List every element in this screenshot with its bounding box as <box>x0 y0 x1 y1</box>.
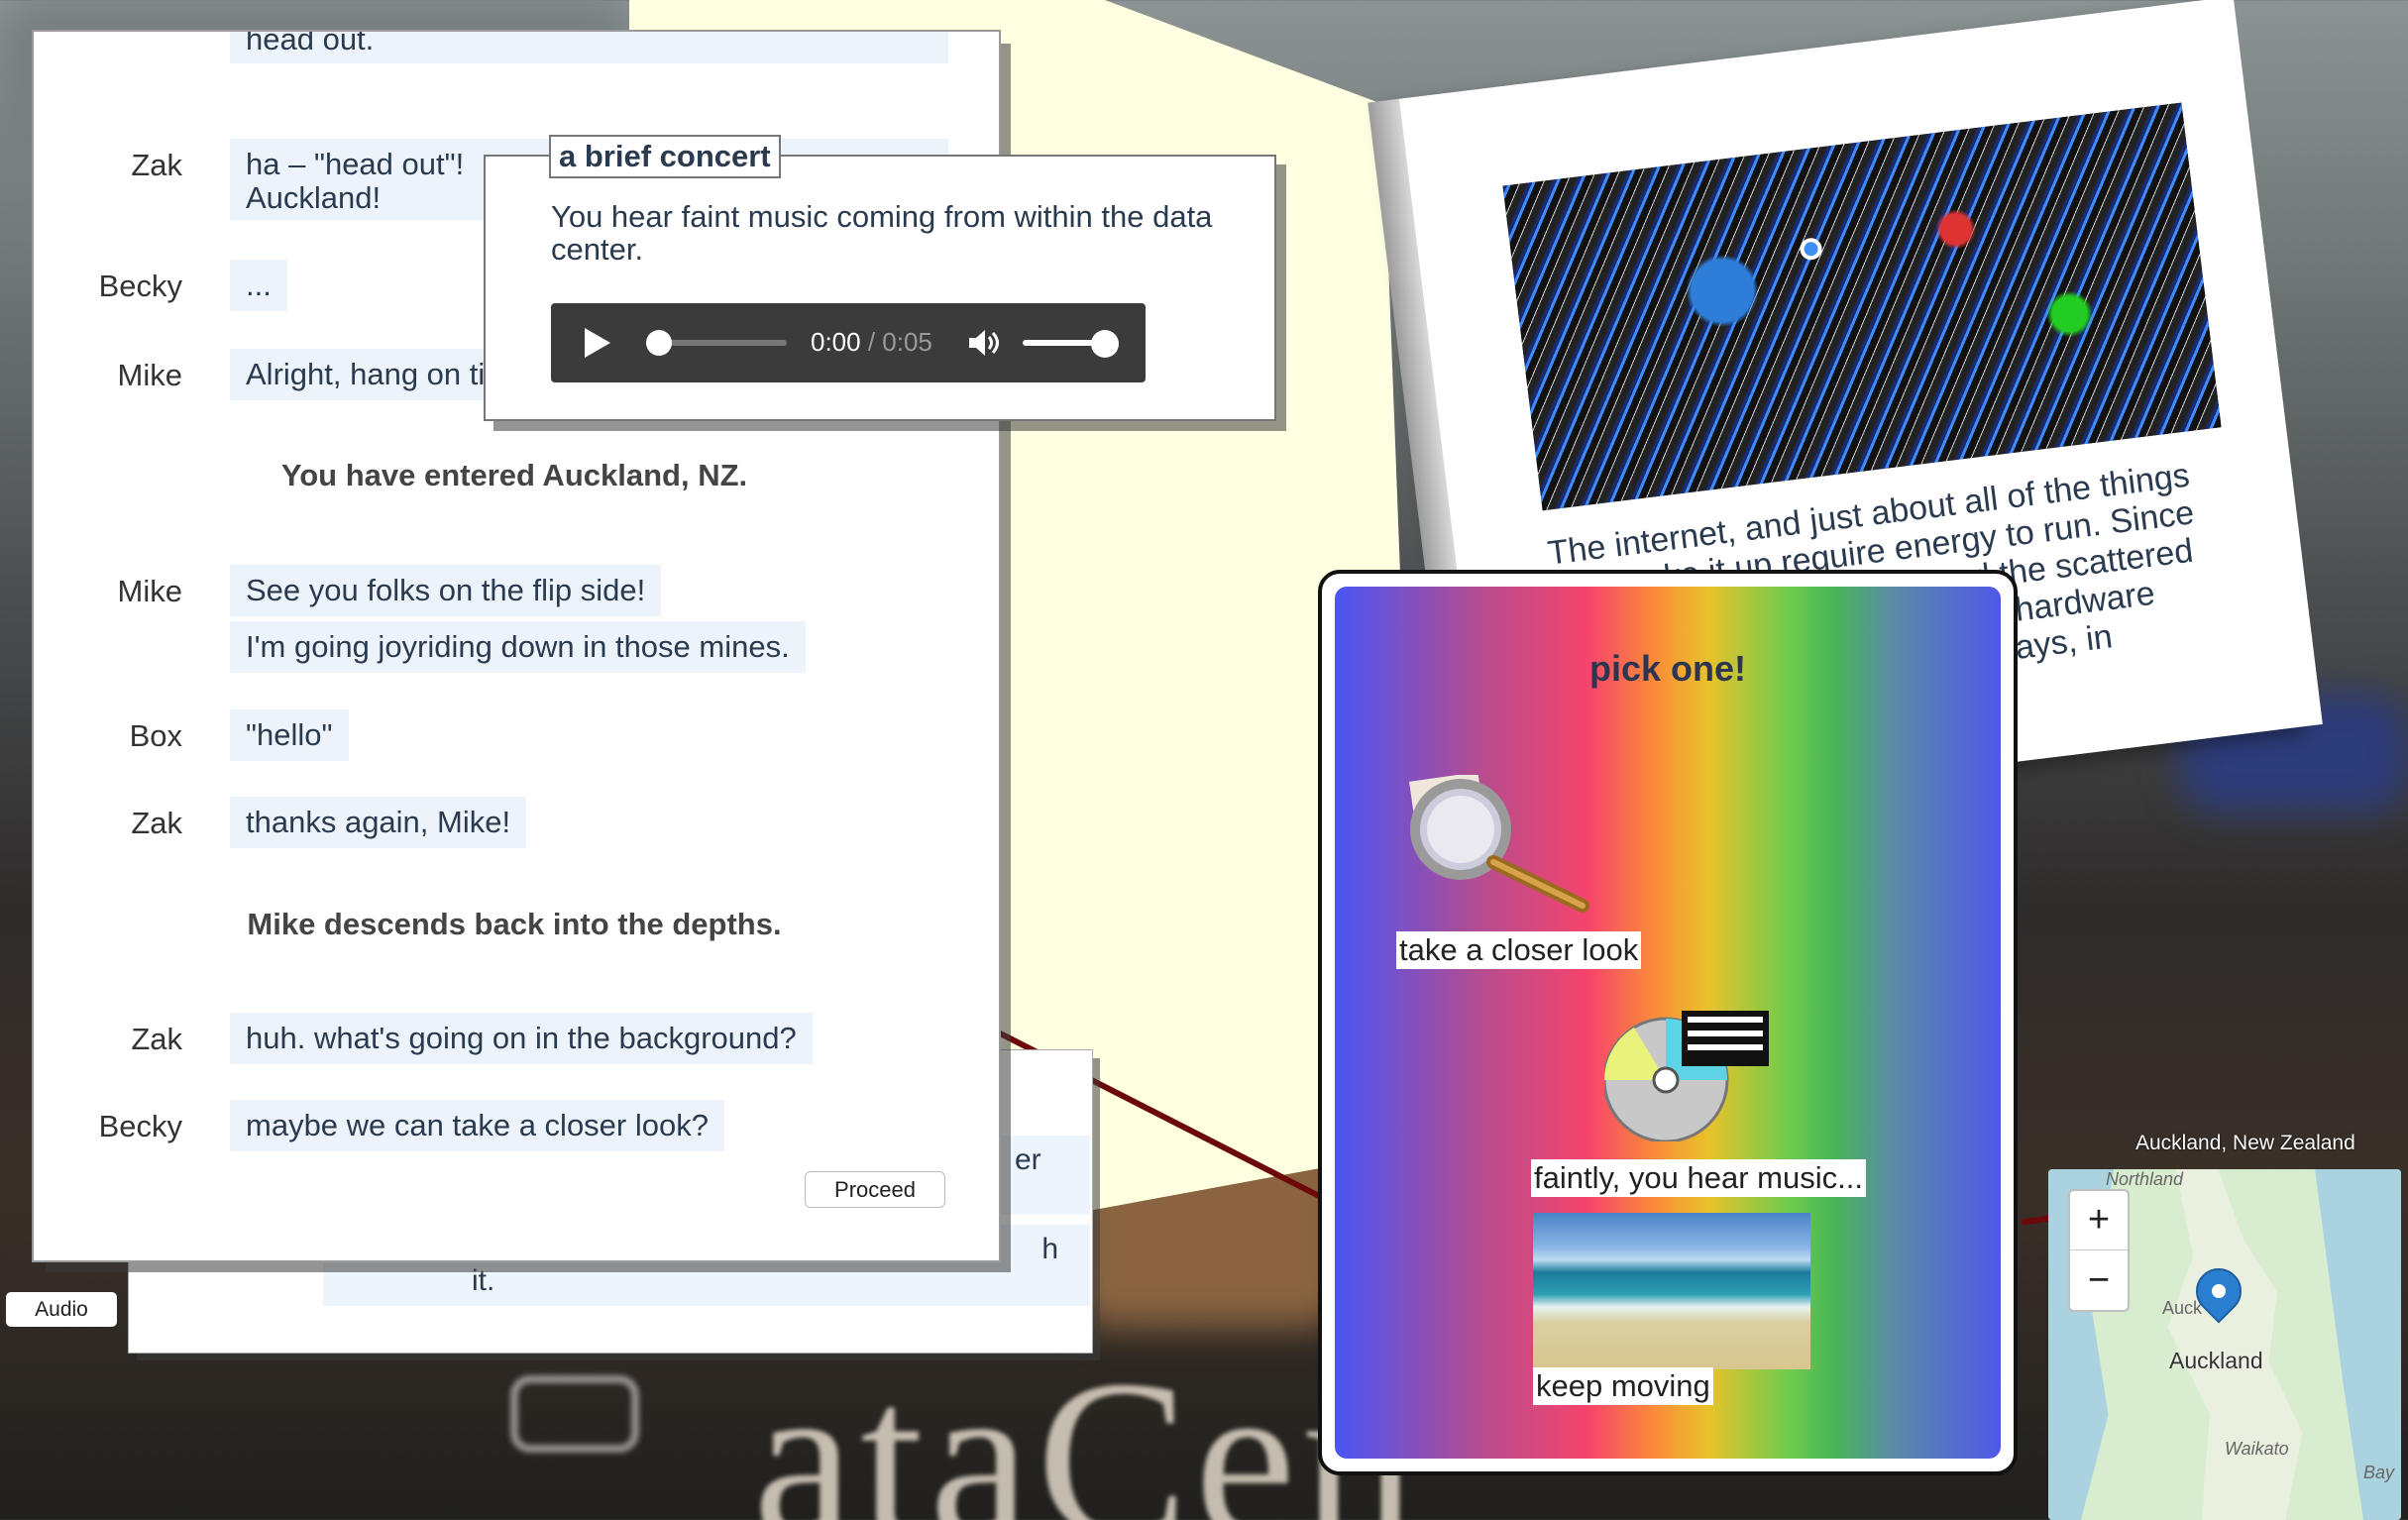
audio-seek-handle[interactable] <box>646 330 672 356</box>
back-bubble: er <box>1001 1136 1090 1215</box>
location-dot-icon <box>1799 236 1823 262</box>
dialogue-bubble: "hello" <box>230 709 349 761</box>
popup-title: a brief concert <box>549 135 781 178</box>
map-zoom-control: + − <box>2068 1189 2130 1312</box>
dialogue-bubble: thanks again, Mike! <box>230 797 527 848</box>
narration-text: You have entered Auckland, NZ. <box>280 458 748 492</box>
speaker-name: Mike <box>117 574 182 608</box>
map-city-label: Auckland <box>2169 1348 2263 1373</box>
choice-card: pick one! take a closer look faintly, yo… <box>1318 570 2018 1475</box>
location-map[interactable]: Northland Auck Waikato Bay + − Auckland <box>2048 1169 2401 1520</box>
audio-time: 0:00 / 0:05 <box>811 327 932 357</box>
map-region-label: Northland <box>2106 1169 2184 1189</box>
speaker-name: Becky <box>98 269 182 303</box>
magnifying-glass-icon[interactable] <box>1406 775 1594 914</box>
choice-card-body: pick one! take a closer look faintly, yo… <box>1335 587 2001 1459</box>
speaker-name: Mike <box>117 358 182 392</box>
background-sign <box>510 1375 639 1453</box>
dialogue-bubble: I'm going joyriding down in those mines. <box>230 621 806 673</box>
dialogue-bubble: huh. what's going on in the background? <box>230 1013 813 1064</box>
narration-text: Mike descends back into the depths. <box>247 907 782 941</box>
play-icon[interactable] <box>585 328 610 358</box>
proceed-button[interactable]: Proceed <box>805 1171 945 1208</box>
audio-player: 0:00 / 0:05 <box>551 303 1146 382</box>
map-region-label: Bay <box>2363 1463 2395 1482</box>
map-region-label: Waikato <box>2225 1439 2289 1459</box>
dialogue-bubble: head out. <box>230 32 948 63</box>
volume-slider-handle[interactable] <box>1091 330 1119 358</box>
zoom-in-button[interactable]: + <box>2070 1191 2128 1250</box>
audio-button[interactable]: Audio <box>6 1292 117 1327</box>
concert-popup: a brief concert You hear faint music com… <box>484 135 1276 421</box>
map-land <box>2167 1169 2303 1520</box>
dialogue-bubble: See you folks on the flip side! <box>230 565 662 616</box>
option-keep-moving[interactable]: keep moving <box>1533 1367 1713 1405</box>
choice-title: pick one! <box>1588 648 1747 689</box>
popup-text: You hear faint music coming from within … <box>551 199 1213 267</box>
speaker-name: Zak <box>131 148 182 182</box>
music-cd-icon[interactable] <box>1604 1003 1773 1141</box>
map-place-label: Auck <box>2162 1298 2203 1318</box>
beach-image[interactable] <box>1533 1213 1810 1369</box>
speaker-name: Becky <box>98 1109 182 1143</box>
dialogue-bubble: maybe we can take a closer look? <box>230 1100 724 1151</box>
volume-icon[interactable] <box>966 327 1000 359</box>
zoom-out-button[interactable]: − <box>2070 1250 2128 1310</box>
option-closer-look[interactable]: take a closer look <box>1396 931 1642 969</box>
book-illustration <box>1502 102 2222 511</box>
map-caption: Auckland, New Zealand <box>2135 1132 2355 1154</box>
dialogue-bubble: ... <box>230 260 287 311</box>
speaker-name: Zak <box>131 1022 182 1056</box>
speaker-name: Box <box>129 718 182 753</box>
speaker-name: Zak <box>131 806 182 840</box>
map-pin-dot <box>2209 1281 2229 1301</box>
option-music[interactable]: faintly, you hear music... <box>1531 1159 1866 1197</box>
